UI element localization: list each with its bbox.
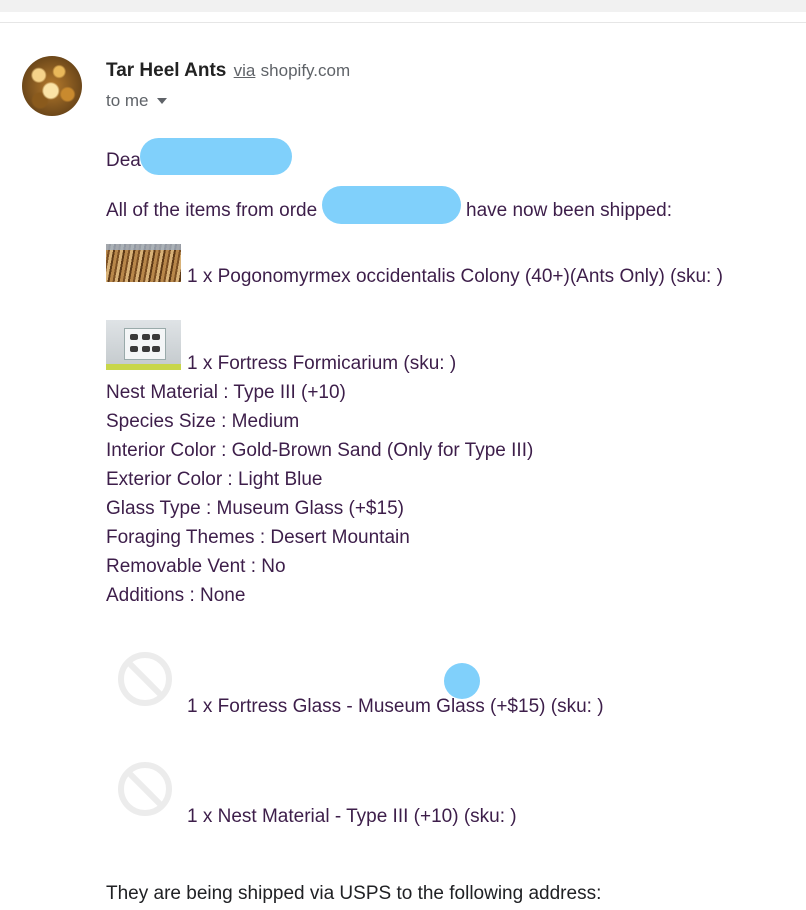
no-image-icon (118, 652, 172, 706)
recipient-label: to me (106, 91, 149, 110)
sender-line: Tar Heel Ants via shopify.com (106, 60, 350, 82)
chamber-mark (130, 334, 138, 340)
via-link[interactable]: via (234, 61, 256, 80)
shipping-info: They are being shipped via USPS to the f… (106, 883, 602, 904)
chamber-mark (142, 334, 150, 340)
option-line: Species Size : Medium (106, 411, 300, 432)
option-line: Nest Material : Type III (+10) (106, 382, 346, 403)
recipient-details[interactable]: to me (106, 91, 167, 111)
option-line: Removable Vent : No (106, 556, 286, 577)
ant-colony-thumbnail (106, 244, 181, 282)
chamber-mark (152, 334, 160, 340)
intro-prefix: All of the items from orde (106, 200, 318, 221)
redaction-order-number (322, 186, 461, 224)
sender-avatar[interactable] (22, 56, 82, 116)
no-image-icon (118, 762, 172, 816)
greeting: Dea (106, 150, 141, 171)
option-line: Exterior Color : Light Blue (106, 469, 323, 490)
via-domain: shopify.com (260, 61, 351, 80)
formicarium-base (106, 364, 181, 370)
option-line: Foraging Themes : Desert Mountain (106, 527, 410, 548)
option-line: Interior Color : Gold-Brown Sand (Only f… (106, 440, 534, 461)
line-item-2: 1 x Fortress Formicarium (sku: ) (187, 353, 457, 374)
line-item-3: 1 x Fortress Glass - Museum Glass (+$15)… (187, 696, 604, 717)
formicarium-thumbnail (106, 320, 181, 370)
formicarium-box (124, 328, 166, 360)
intro-suffix: have now been shipped: (466, 200, 672, 221)
chevron-down-icon[interactable] (156, 98, 167, 104)
chamber-mark (152, 346, 160, 352)
redaction-dot (444, 663, 480, 699)
line-item-1: 1 x Pogonomyrmex occidentalis Colony (40… (187, 266, 723, 287)
sender-name[interactable]: Tar Heel Ants (106, 60, 226, 81)
chamber-mark (142, 346, 150, 352)
option-line: Glass Type : Museum Glass (+$15) (106, 498, 404, 519)
chamber-mark (130, 346, 138, 352)
top-toolbar-strip (0, 0, 806, 12)
redaction-name (140, 138, 292, 175)
divider (0, 22, 806, 23)
option-line: Additions : None (106, 585, 246, 606)
line-item-4: 1 x Nest Material - Type III (+10) (sku:… (187, 806, 517, 827)
